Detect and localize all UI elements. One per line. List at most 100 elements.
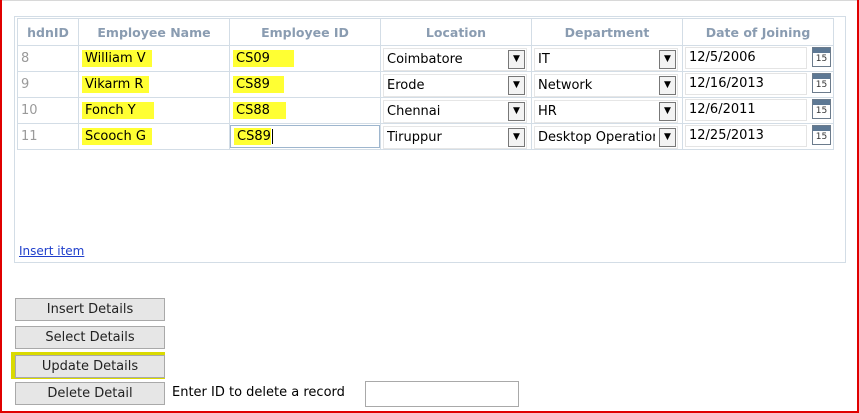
dropdown-arrow-icon[interactable]: ▼ bbox=[508, 50, 525, 69]
calendar-icon[interactable]: 15 bbox=[812, 73, 831, 93]
location-select[interactable]: Chennai ▼ bbox=[383, 100, 527, 123]
location-select-value: Coimbatore bbox=[387, 52, 463, 67]
employee-name-value[interactable]: Fonch Y bbox=[82, 102, 154, 119]
employee-id-value[interactable]: CS89 bbox=[234, 128, 271, 145]
table-row: 9 Vikarm R CS89 Erode ▼ Network ▼ 12/16/… bbox=[17, 71, 834, 98]
department-select-value: IT bbox=[538, 52, 550, 67]
employee-name-value[interactable]: William V bbox=[82, 50, 152, 67]
hdnid-value: 8 bbox=[21, 51, 30, 66]
location-select-value: Tiruppur bbox=[387, 130, 442, 145]
employee-name-value[interactable]: Vikarm R bbox=[82, 76, 150, 93]
date-of-joining-input[interactable]: 12/16/2013 bbox=[685, 73, 807, 95]
table-row: 11 Scooch G CS89 Tiruppur ▼ Desktop Oper… bbox=[17, 123, 834, 150]
date-of-joining-value: 12/6/2011 bbox=[689, 102, 756, 117]
employee-id-value[interactable]: CS09 bbox=[233, 50, 294, 67]
hdnid-cell: 11 bbox=[17, 123, 79, 150]
employee-id-value[interactable]: CS89 bbox=[233, 76, 284, 93]
department-select[interactable]: Network ▼ bbox=[534, 74, 678, 97]
employee-name-cell[interactable]: Fonch Y bbox=[78, 97, 230, 124]
insert-item-link[interactable]: Insert item bbox=[19, 244, 84, 258]
dropdown-arrow-icon[interactable]: ▼ bbox=[659, 128, 676, 147]
dropdown-arrow-icon[interactable]: ▼ bbox=[508, 128, 525, 147]
department-cell: IT ▼ bbox=[531, 45, 683, 72]
location-select-value: Chennai bbox=[387, 104, 441, 119]
col-header-employee-id[interactable]: Employee ID bbox=[229, 18, 381, 46]
employee-name-cell[interactable]: Vikarm R bbox=[78, 71, 230, 98]
department-select[interactable]: HR ▼ bbox=[534, 100, 678, 123]
date-of-joining-input[interactable]: 12/5/2006 bbox=[685, 47, 807, 69]
calendar-icon-day: 15 bbox=[815, 106, 828, 116]
employee-id-cell[interactable]: CS89 bbox=[229, 71, 381, 98]
department-select-value: Desktop Operation bbox=[538, 130, 655, 145]
update-details-button[interactable]: Update Details bbox=[15, 355, 165, 378]
col-header-location[interactable]: Location bbox=[380, 18, 532, 46]
location-select[interactable]: Erode ▼ bbox=[383, 74, 527, 97]
employee-grid-panel: hdnID Employee Name Employee ID Location… bbox=[14, 16, 846, 263]
employee-id-cell[interactable]: CS89 bbox=[229, 123, 381, 150]
employee-grid: hdnID Employee Name Employee ID Location… bbox=[17, 18, 834, 150]
calendar-icon[interactable]: 15 bbox=[812, 99, 831, 119]
delete-detail-button[interactable]: Delete Detail bbox=[15, 382, 165, 405]
delete-id-input[interactable] bbox=[365, 381, 519, 407]
calendar-icon-day: 15 bbox=[815, 54, 828, 64]
location-cell: Chennai ▼ bbox=[380, 97, 532, 124]
employee-name-cell[interactable]: William V bbox=[78, 45, 230, 72]
hdnid-value: 9 bbox=[21, 77, 30, 92]
dropdown-arrow-icon[interactable]: ▼ bbox=[659, 76, 676, 95]
department-cell: Network ▼ bbox=[531, 71, 683, 98]
date-of-joining-input[interactable]: 12/25/2013 bbox=[685, 125, 807, 147]
date-of-joining-cell: 12/6/2011 15 bbox=[682, 97, 834, 124]
dropdown-arrow-icon[interactable]: ▼ bbox=[659, 50, 676, 69]
date-of-joining-cell: 12/25/2013 15 bbox=[682, 123, 834, 150]
window-left-border bbox=[0, 0, 2, 413]
department-cell: Desktop Operation ▼ bbox=[531, 123, 683, 150]
location-select-value: Erode bbox=[387, 78, 425, 93]
employee-name-value[interactable]: Scooch G bbox=[82, 128, 152, 145]
insert-details-button[interactable]: Insert Details bbox=[15, 298, 165, 321]
table-row: 8 William V CS09 Coimbatore ▼ IT ▼ 12/5/… bbox=[17, 45, 834, 72]
calendar-icon-day: 15 bbox=[815, 80, 828, 90]
date-of-joining-value: 12/16/2013 bbox=[689, 76, 764, 91]
employee-id-cell[interactable]: CS09 bbox=[229, 45, 381, 72]
col-header-hdnid[interactable]: hdnID bbox=[17, 18, 79, 46]
calendar-icon-day: 15 bbox=[815, 132, 828, 142]
department-select-value: HR bbox=[538, 104, 557, 119]
date-of-joining-value: 12/25/2013 bbox=[689, 128, 764, 143]
employee-id-value[interactable]: CS88 bbox=[233, 102, 286, 119]
table-row: 10 Fonch Y CS88 Chennai ▼ HR ▼ 12/6/2011… bbox=[17, 97, 834, 124]
select-details-button[interactable]: Select Details bbox=[15, 326, 165, 349]
department-select[interactable]: Desktop Operation ▼ bbox=[534, 126, 678, 149]
grid-header-row: hdnID Employee Name Employee ID Location… bbox=[17, 18, 834, 46]
col-header-date-of-joining[interactable]: Date of Joining bbox=[682, 18, 834, 46]
location-cell: Coimbatore ▼ bbox=[380, 45, 532, 72]
hdnid-cell: 9 bbox=[17, 71, 79, 98]
location-cell: Tiruppur ▼ bbox=[380, 123, 532, 150]
date-of-joining-cell: 12/16/2013 15 bbox=[682, 71, 834, 98]
employee-id-edit-input[interactable]: CS89 bbox=[230, 125, 380, 148]
department-select-value: Network bbox=[538, 78, 593, 93]
location-cell: Erode ▼ bbox=[380, 71, 532, 98]
hdnid-value: 10 bbox=[21, 103, 38, 118]
hdnid-cell: 10 bbox=[17, 97, 79, 124]
hdnid-value: 11 bbox=[21, 129, 38, 144]
col-header-employee-name[interactable]: Employee Name bbox=[78, 18, 230, 46]
dropdown-arrow-icon[interactable]: ▼ bbox=[508, 102, 525, 121]
calendar-icon[interactable]: 15 bbox=[812, 47, 831, 67]
dropdown-arrow-icon[interactable]: ▼ bbox=[659, 102, 676, 121]
col-header-department[interactable]: Department bbox=[531, 18, 683, 46]
employee-id-cell[interactable]: CS88 bbox=[229, 97, 381, 124]
location-select[interactable]: Tiruppur ▼ bbox=[383, 126, 527, 149]
employee-name-cell[interactable]: Scooch G bbox=[78, 123, 230, 150]
location-select[interactable]: Coimbatore ▼ bbox=[383, 48, 527, 71]
hdnid-cell: 8 bbox=[17, 45, 79, 72]
dropdown-arrow-icon[interactable]: ▼ bbox=[508, 76, 525, 95]
date-of-joining-input[interactable]: 12/6/2011 bbox=[685, 99, 807, 121]
text-caret bbox=[271, 129, 273, 144]
department-select[interactable]: IT ▼ bbox=[534, 48, 678, 71]
department-cell: HR ▼ bbox=[531, 97, 683, 124]
window-top-edge bbox=[0, 0, 859, 1]
date-of-joining-cell: 12/5/2006 15 bbox=[682, 45, 834, 72]
calendar-icon[interactable]: 15 bbox=[812, 125, 831, 145]
delete-prompt-label: Enter ID to delete a record bbox=[172, 385, 345, 400]
date-of-joining-value: 12/5/2006 bbox=[689, 50, 756, 65]
